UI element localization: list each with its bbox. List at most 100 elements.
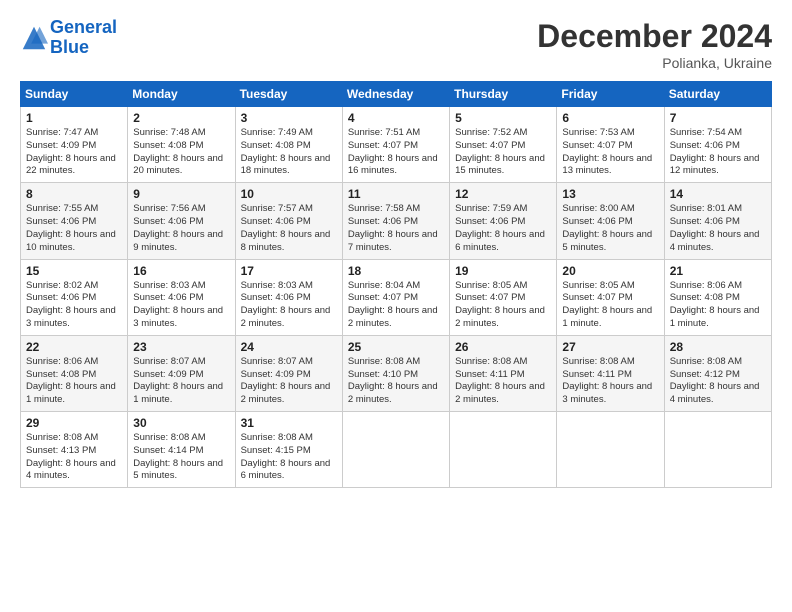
day-number: 30 <box>133 416 229 430</box>
calendar-table: Sunday Monday Tuesday Wednesday Thursday… <box>20 81 772 488</box>
day-detail: Sunrise: 7:55 AM Sunset: 4:06 PM Dayligh… <box>26 203 122 254</box>
day-detail: Sunrise: 8:08 AM Sunset: 4:11 PM Dayligh… <box>562 356 658 407</box>
day-number: 16 <box>133 264 229 278</box>
day-cell: 28 Sunrise: 8:08 AM Sunset: 4:12 PM Dayl… <box>664 335 771 411</box>
day-detail: Sunrise: 8:00 AM Sunset: 4:06 PM Dayligh… <box>562 203 658 254</box>
day-cell: 24 Sunrise: 8:07 AM Sunset: 4:09 PM Dayl… <box>235 335 342 411</box>
week-row-2: 8 Sunrise: 7:55 AM Sunset: 4:06 PM Dayli… <box>21 183 772 259</box>
day-cell: 20 Sunrise: 8:05 AM Sunset: 4:07 PM Dayl… <box>557 259 664 335</box>
day-number: 3 <box>241 111 337 125</box>
day-cell: 15 Sunrise: 8:02 AM Sunset: 4:06 PM Dayl… <box>21 259 128 335</box>
day-cell: 17 Sunrise: 8:03 AM Sunset: 4:06 PM Dayl… <box>235 259 342 335</box>
day-cell: 29 Sunrise: 8:08 AM Sunset: 4:13 PM Dayl… <box>21 412 128 488</box>
col-monday: Monday <box>128 82 235 107</box>
day-number: 28 <box>670 340 766 354</box>
day-detail: Sunrise: 7:49 AM Sunset: 4:08 PM Dayligh… <box>241 127 337 178</box>
day-cell: 12 Sunrise: 7:59 AM Sunset: 4:06 PM Dayl… <box>450 183 557 259</box>
day-cell: 23 Sunrise: 8:07 AM Sunset: 4:09 PM Dayl… <box>128 335 235 411</box>
day-number: 2 <box>133 111 229 125</box>
col-sunday: Sunday <box>21 82 128 107</box>
day-number: 1 <box>26 111 122 125</box>
day-cell: 3 Sunrise: 7:49 AM Sunset: 4:08 PM Dayli… <box>235 107 342 183</box>
day-detail: Sunrise: 8:03 AM Sunset: 4:06 PM Dayligh… <box>241 280 337 331</box>
logo-general: General <box>50 17 117 37</box>
day-number: 22 <box>26 340 122 354</box>
day-detail: Sunrise: 8:07 AM Sunset: 4:09 PM Dayligh… <box>133 356 229 407</box>
day-number: 18 <box>348 264 444 278</box>
day-cell: 2 Sunrise: 7:48 AM Sunset: 4:08 PM Dayli… <box>128 107 235 183</box>
day-number: 7 <box>670 111 766 125</box>
day-cell <box>342 412 449 488</box>
logo: General Blue <box>20 18 117 58</box>
week-row-1: 1 Sunrise: 7:47 AM Sunset: 4:09 PM Dayli… <box>21 107 772 183</box>
day-cell: 10 Sunrise: 7:57 AM Sunset: 4:06 PM Dayl… <box>235 183 342 259</box>
day-number: 23 <box>133 340 229 354</box>
page: General Blue December 2024 Polianka, Ukr… <box>0 0 792 612</box>
day-cell: 22 Sunrise: 8:06 AM Sunset: 4:08 PM Dayl… <box>21 335 128 411</box>
day-detail: Sunrise: 8:06 AM Sunset: 4:08 PM Dayligh… <box>670 280 766 331</box>
day-cell: 26 Sunrise: 8:08 AM Sunset: 4:11 PM Dayl… <box>450 335 557 411</box>
week-row-4: 22 Sunrise: 8:06 AM Sunset: 4:08 PM Dayl… <box>21 335 772 411</box>
day-number: 31 <box>241 416 337 430</box>
day-detail: Sunrise: 7:58 AM Sunset: 4:06 PM Dayligh… <box>348 203 444 254</box>
day-detail: Sunrise: 8:08 AM Sunset: 4:10 PM Dayligh… <box>348 356 444 407</box>
calendar-subtitle: Polianka, Ukraine <box>537 55 772 71</box>
day-number: 13 <box>562 187 658 201</box>
day-number: 14 <box>670 187 766 201</box>
title-block: December 2024 Polianka, Ukraine <box>537 18 772 71</box>
logo-icon <box>20 24 48 52</box>
day-detail: Sunrise: 8:01 AM Sunset: 4:06 PM Dayligh… <box>670 203 766 254</box>
col-tuesday: Tuesday <box>235 82 342 107</box>
day-number: 27 <box>562 340 658 354</box>
calendar-title: December 2024 <box>537 18 772 55</box>
day-detail: Sunrise: 8:08 AM Sunset: 4:14 PM Dayligh… <box>133 432 229 483</box>
day-cell: 31 Sunrise: 8:08 AM Sunset: 4:15 PM Dayl… <box>235 412 342 488</box>
day-detail: Sunrise: 7:54 AM Sunset: 4:06 PM Dayligh… <box>670 127 766 178</box>
day-detail: Sunrise: 8:05 AM Sunset: 4:07 PM Dayligh… <box>562 280 658 331</box>
day-detail: Sunrise: 7:57 AM Sunset: 4:06 PM Dayligh… <box>241 203 337 254</box>
week-row-5: 29 Sunrise: 8:08 AM Sunset: 4:13 PM Dayl… <box>21 412 772 488</box>
day-number: 29 <box>26 416 122 430</box>
day-number: 21 <box>670 264 766 278</box>
day-cell: 4 Sunrise: 7:51 AM Sunset: 4:07 PM Dayli… <box>342 107 449 183</box>
column-headers: Sunday Monday Tuesday Wednesday Thursday… <box>21 82 772 107</box>
day-cell: 16 Sunrise: 8:03 AM Sunset: 4:06 PM Dayl… <box>128 259 235 335</box>
day-number: 5 <box>455 111 551 125</box>
day-cell: 13 Sunrise: 8:00 AM Sunset: 4:06 PM Dayl… <box>557 183 664 259</box>
logo-text: General Blue <box>50 18 117 58</box>
day-detail: Sunrise: 8:02 AM Sunset: 4:06 PM Dayligh… <box>26 280 122 331</box>
day-cell: 7 Sunrise: 7:54 AM Sunset: 4:06 PM Dayli… <box>664 107 771 183</box>
day-detail: Sunrise: 8:03 AM Sunset: 4:06 PM Dayligh… <box>133 280 229 331</box>
col-wednesday: Wednesday <box>342 82 449 107</box>
day-detail: Sunrise: 7:53 AM Sunset: 4:07 PM Dayligh… <box>562 127 658 178</box>
day-number: 9 <box>133 187 229 201</box>
day-detail: Sunrise: 8:08 AM Sunset: 4:13 PM Dayligh… <box>26 432 122 483</box>
logo-blue: Blue <box>50 38 117 58</box>
col-saturday: Saturday <box>664 82 771 107</box>
day-number: 10 <box>241 187 337 201</box>
day-number: 26 <box>455 340 551 354</box>
header: General Blue December 2024 Polianka, Ukr… <box>20 18 772 71</box>
day-number: 11 <box>348 187 444 201</box>
day-number: 4 <box>348 111 444 125</box>
day-number: 15 <box>26 264 122 278</box>
day-detail: Sunrise: 7:52 AM Sunset: 4:07 PM Dayligh… <box>455 127 551 178</box>
day-cell: 11 Sunrise: 7:58 AM Sunset: 4:06 PM Dayl… <box>342 183 449 259</box>
day-cell <box>450 412 557 488</box>
day-cell: 21 Sunrise: 8:06 AM Sunset: 4:08 PM Dayl… <box>664 259 771 335</box>
day-cell: 6 Sunrise: 7:53 AM Sunset: 4:07 PM Dayli… <box>557 107 664 183</box>
day-detail: Sunrise: 8:08 AM Sunset: 4:15 PM Dayligh… <box>241 432 337 483</box>
day-cell: 14 Sunrise: 8:01 AM Sunset: 4:06 PM Dayl… <box>664 183 771 259</box>
col-thursday: Thursday <box>450 82 557 107</box>
day-detail: Sunrise: 8:08 AM Sunset: 4:12 PM Dayligh… <box>670 356 766 407</box>
day-cell: 9 Sunrise: 7:56 AM Sunset: 4:06 PM Dayli… <box>128 183 235 259</box>
day-cell: 18 Sunrise: 8:04 AM Sunset: 4:07 PM Dayl… <box>342 259 449 335</box>
day-detail: Sunrise: 7:56 AM Sunset: 4:06 PM Dayligh… <box>133 203 229 254</box>
day-cell <box>664 412 771 488</box>
day-detail: Sunrise: 8:04 AM Sunset: 4:07 PM Dayligh… <box>348 280 444 331</box>
day-detail: Sunrise: 8:08 AM Sunset: 4:11 PM Dayligh… <box>455 356 551 407</box>
day-cell: 27 Sunrise: 8:08 AM Sunset: 4:11 PM Dayl… <box>557 335 664 411</box>
day-cell: 25 Sunrise: 8:08 AM Sunset: 4:10 PM Dayl… <box>342 335 449 411</box>
day-number: 8 <box>26 187 122 201</box>
day-cell <box>557 412 664 488</box>
